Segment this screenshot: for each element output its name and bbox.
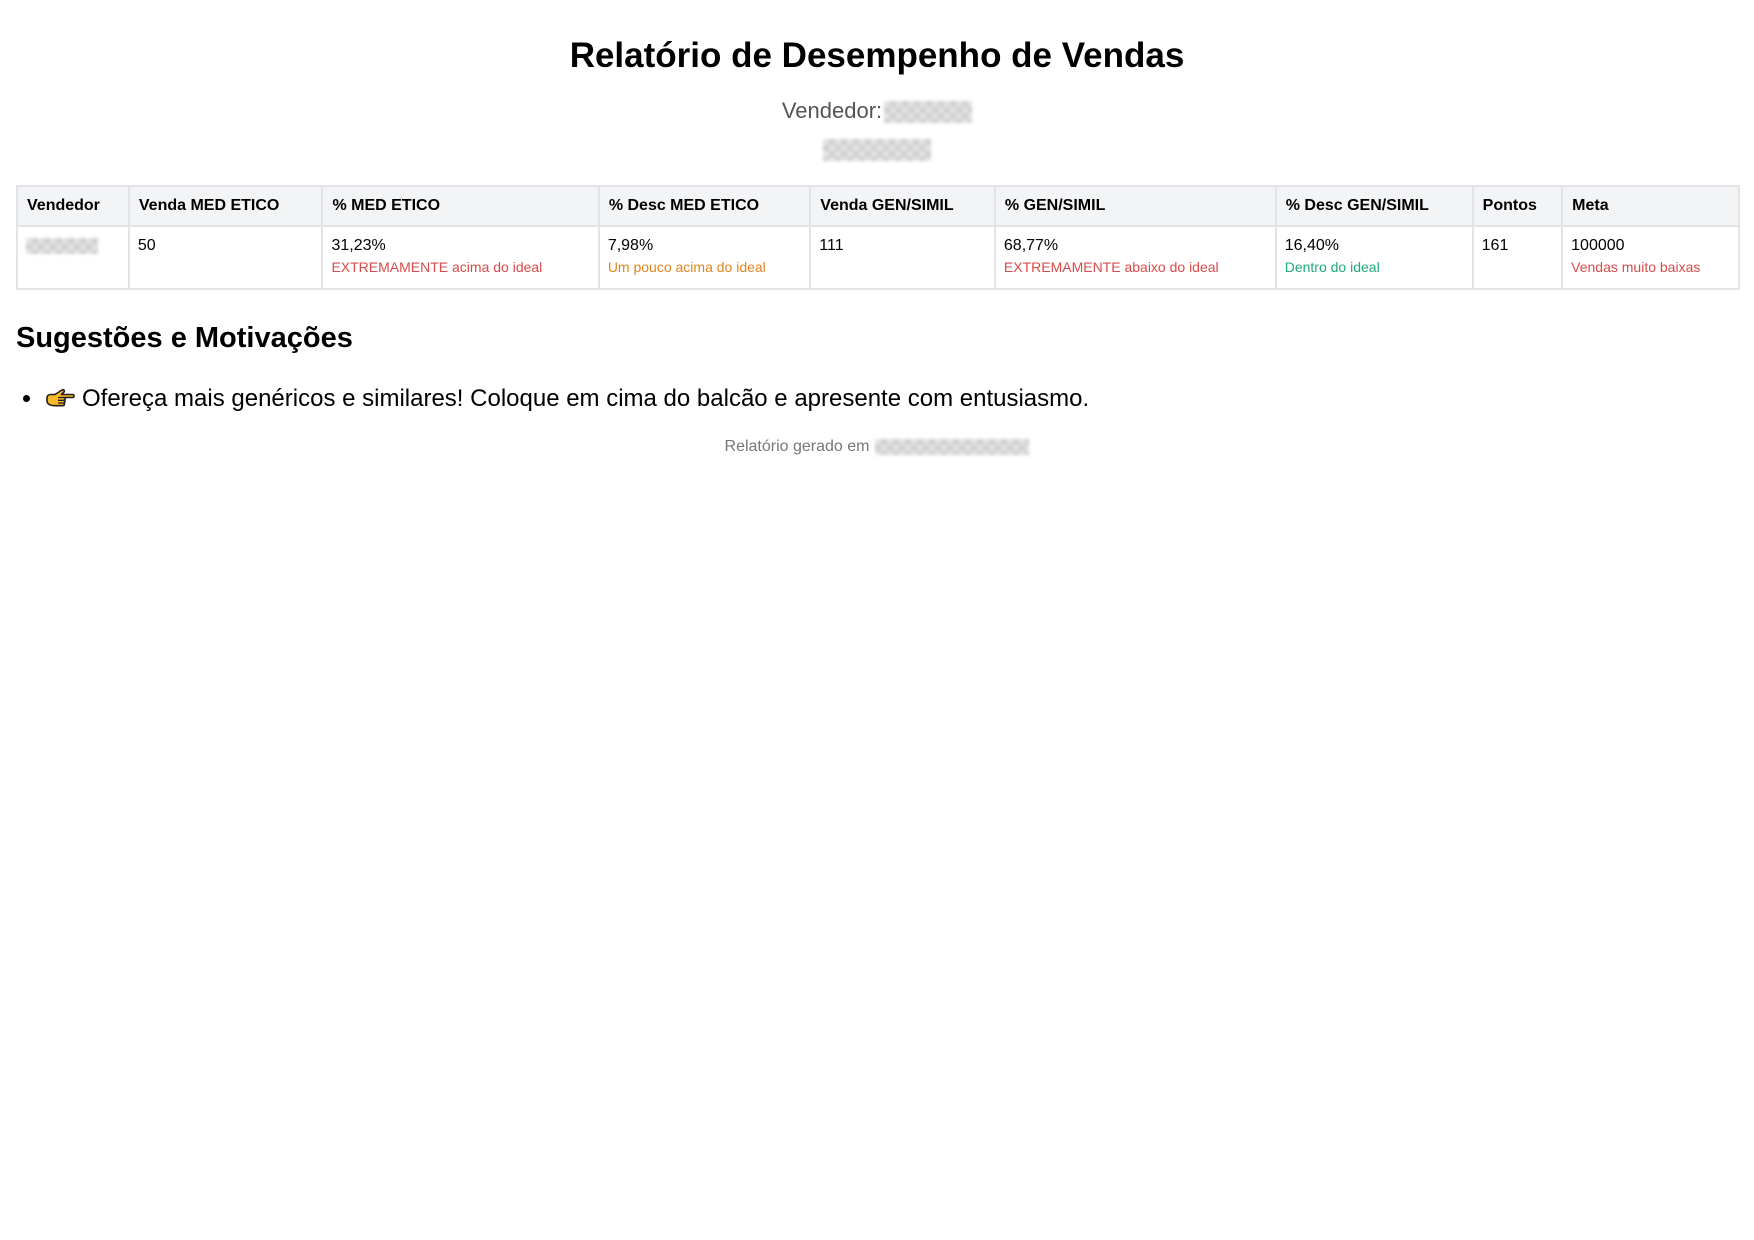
suggestion-text: Ofereça mais genéricos e similares! Colo… xyxy=(82,385,1090,412)
pct-med-etico-value: 31,23% xyxy=(331,237,386,254)
cell-vendedor xyxy=(16,225,130,290)
pct-med-etico-status: EXTREMAMENTE acima do ideal xyxy=(331,259,543,275)
seller-name-redacted xyxy=(26,238,98,254)
pct-desc-med-etico-status: Um pouco acima do ideal xyxy=(607,259,766,275)
column-header-pct-med-etico: % MED ETICO xyxy=(321,185,600,227)
column-header-pontos: Pontos xyxy=(1471,185,1564,227)
report-page: Relatório de Desempenho de Vendas Vended… xyxy=(0,0,1754,1240)
meta-value: 100000 xyxy=(1571,237,1625,254)
table-row: 50 31,23% EXTREMAMENTE acima do ideal 7,… xyxy=(16,225,1740,290)
footer: Relatório gerado em xyxy=(16,436,1738,458)
venda-gen-simil-value: 111 xyxy=(819,237,844,254)
pontos-value: 161 xyxy=(1481,237,1509,254)
cell-pct-med-etico: 31,23% EXTREMAMENTE acima do ideal xyxy=(321,225,600,290)
cell-meta: 100000 Vendas muito baixas xyxy=(1561,225,1740,290)
suggestions-heading: Sugestões e Motivações xyxy=(16,322,353,354)
column-header-pct-desc-med-etico: % Desc MED ETICO xyxy=(597,185,812,227)
pct-gen-simil-value: 68,77% xyxy=(1003,237,1059,254)
cell-pct-desc-gen-simil: 16,40% Dentro do ideal xyxy=(1274,225,1474,290)
column-header-pct-gen-simil: % GEN/SIMIL xyxy=(993,185,1277,227)
vendor-label: Vendedor: xyxy=(781,98,883,123)
report-period-line xyxy=(16,139,1738,165)
meta-status: Vendas muito baixas xyxy=(1571,259,1701,275)
footer-label: Relatório gerado em xyxy=(724,438,870,455)
suggestions-list: Ofereça mais genéricos e similares! Colo… xyxy=(16,384,1738,414)
pct-gen-simil-status: EXTREMAMENTE abaixo do ideal xyxy=(1003,259,1219,275)
generated-datetime-redacted xyxy=(875,438,1030,455)
cell-pontos: 161 xyxy=(1471,225,1564,290)
sales-table: Vendedor Venda MED ETICO % MED ETICO % D… xyxy=(16,185,1740,290)
cell-venda-gen-simil: 111 xyxy=(809,225,996,290)
venda-med-etico-value: 50 xyxy=(137,237,156,254)
column-header-pct-desc-gen-simil: % Desc GEN/SIMIL xyxy=(1274,185,1474,227)
list-item: Ofereça mais genéricos e similares! Colo… xyxy=(44,384,1738,414)
cell-venda-med-etico: 50 xyxy=(127,225,324,290)
column-header-vendedor: Vendedor xyxy=(16,185,130,227)
pointing-hand-icon xyxy=(44,385,76,411)
cell-pct-gen-simil: 68,77% EXTREMAMENTE abaixo do ideal xyxy=(993,225,1277,290)
vendor-line: Vendedor: xyxy=(16,97,1738,125)
pct-desc-med-etico-value: 7,98% xyxy=(607,237,654,254)
pct-desc-gen-simil-value: 16,40% xyxy=(1284,237,1339,254)
table-header-row: Vendedor Venda MED ETICO % MED ETICO % D… xyxy=(16,185,1740,227)
cell-pct-desc-med-etico: 7,98% Um pouco acima do ideal xyxy=(597,225,812,290)
column-header-venda-gen-simil: Venda GEN/SIMIL xyxy=(809,185,996,227)
page-title: Relatório de Desempenho de Vendas xyxy=(569,36,1185,75)
pct-desc-gen-simil-status: Dentro do ideal xyxy=(1284,259,1380,275)
vendor-name-redacted xyxy=(884,101,973,124)
column-header-venda-med-etico: Venda MED ETICO xyxy=(127,185,324,227)
report-period-redacted xyxy=(823,139,931,161)
column-header-meta: Meta xyxy=(1561,185,1740,227)
